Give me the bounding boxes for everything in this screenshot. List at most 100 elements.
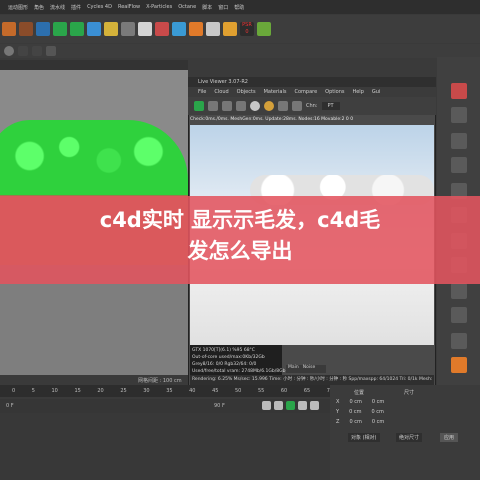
go-end-icon[interactable]: [310, 401, 319, 410]
timeline-tick: 0: [12, 388, 16, 394]
grid-spacing-label: 网格间距 : 100 cm: [138, 378, 182, 384]
material-icon[interactable]: [264, 101, 274, 111]
menu-item[interactable]: 运动图形: [8, 4, 28, 11]
viewer-menu-item[interactable]: File: [198, 89, 206, 95]
menu-item[interactable]: 脚本: [202, 4, 212, 11]
viewer-menu-item[interactable]: Objects: [237, 89, 256, 95]
viewer-menu-item[interactable]: Help: [352, 89, 363, 95]
brush-icon[interactable]: [451, 107, 467, 123]
live-viewer-title: Live Viewer 3.07-R2: [188, 77, 436, 87]
gpu-info-line: Used/free/total vram: 2748Mb/6.1Gb/8Gb: [192, 369, 286, 374]
axis-label: Y: [336, 409, 340, 415]
settings-icon[interactable]: [451, 357, 467, 373]
banner-title: c4d实时 显示示毛发，c4d毛 发怎么导出: [0, 205, 480, 267]
render-icon[interactable]: [19, 22, 33, 36]
xp-icon[interactable]: [155, 22, 169, 36]
stop-icon[interactable]: [208, 101, 218, 111]
viewer-menu-item[interactable]: Compare: [294, 89, 317, 95]
info-tab[interactable]: Noise: [303, 365, 315, 373]
script-icon[interactable]: [189, 22, 203, 36]
position-header: 位置: [354, 390, 365, 396]
magnet-icon[interactable]: [451, 333, 467, 349]
clay-icon[interactable]: [278, 101, 288, 111]
coord-mode-select[interactable]: 对象 (相对): [348, 433, 380, 442]
menu-item[interactable]: 帮助: [234, 4, 244, 11]
psr-value: 0: [245, 29, 249, 35]
timeline-tick: 5: [31, 388, 35, 394]
size-field[interactable]: 0 cm: [372, 419, 384, 425]
viewer-menu-item[interactable]: Cloud: [214, 89, 228, 95]
info-tab[interactable]: Main: [288, 365, 299, 373]
timeline-tick: 50: [235, 388, 242, 394]
coord-row: Z 0 cm 0 cm: [336, 419, 384, 425]
timeline-tick: 25: [120, 388, 127, 394]
cube-icon[interactable]: [36, 22, 50, 36]
prev-frame-icon[interactable]: [274, 401, 283, 410]
next-frame-icon[interactable]: [298, 401, 307, 410]
render-settings-icon[interactable]: [206, 22, 220, 36]
comb-icon[interactable]: [451, 133, 467, 149]
psr-indicator[interactable]: PSR 0: [240, 22, 254, 36]
select-icon[interactable]: [451, 283, 467, 299]
deformer-icon[interactable]: [87, 22, 101, 36]
timeline-tick: 55: [257, 388, 265, 394]
live-viewer-menu: File Cloud Objects Materials Compare Options H…: [188, 87, 436, 97]
move-icon[interactable]: [451, 307, 467, 323]
position-field[interactable]: 0 cm: [349, 419, 361, 425]
pick-icon[interactable]: [292, 101, 302, 111]
size-header: 尺寸: [404, 390, 415, 396]
sphere-icon[interactable]: [53, 22, 67, 36]
menu-item[interactable]: 流水线: [50, 4, 65, 11]
size-field[interactable]: 0 cm: [372, 399, 384, 405]
generator-icon[interactable]: [70, 22, 84, 36]
menu-item[interactable]: RealFlow: [118, 4, 140, 10]
viewer-menu-item[interactable]: Materials: [264, 89, 287, 95]
position-field[interactable]: 0 cm: [349, 409, 361, 415]
camera-icon[interactable]: [121, 22, 135, 36]
timeline-tick: 15: [74, 388, 81, 394]
scene-icon[interactable]: [104, 22, 118, 36]
menubar: 运动图形 角色 流水线 插件 Cycles 4D RealFlow X-Particles O…: [0, 0, 480, 14]
hair-tool-icon[interactable]: [451, 83, 467, 99]
pause-icon[interactable]: [222, 101, 232, 111]
octane-icon[interactable]: [172, 22, 186, 36]
shading-icon[interactable]: [4, 46, 14, 56]
timeline-tick: 10: [51, 388, 58, 394]
menu-item[interactable]: X-Particles: [146, 4, 172, 10]
menu-item[interactable]: 窗口: [218, 4, 228, 11]
current-frame[interactable]: 0 F: [6, 403, 14, 409]
menu-item[interactable]: Cycles 4D: [87, 4, 112, 10]
position-field[interactable]: 0 cm: [349, 399, 361, 405]
link-icon[interactable]: [46, 46, 56, 56]
camera-lock-icon[interactable]: [236, 101, 246, 111]
cut-icon[interactable]: [451, 157, 467, 173]
light-icon[interactable]: [138, 22, 152, 36]
layout-icon[interactable]: [32, 46, 42, 56]
info-tabs: Main Noise: [286, 365, 326, 373]
lock-icon[interactable]: [18, 46, 28, 56]
timeline-tick: 45: [212, 388, 219, 394]
channel-label: Chn:: [306, 103, 318, 109]
region-icon[interactable]: [250, 101, 260, 111]
snap-icon[interactable]: [223, 22, 237, 36]
play-icon[interactable]: [286, 401, 295, 410]
menu-item[interactable]: Octane: [178, 4, 196, 10]
channel-select[interactable]: PT: [321, 102, 340, 110]
size-field[interactable]: 0 cm: [371, 409, 383, 415]
viewer-menu-item[interactable]: Options: [325, 89, 344, 95]
plugin-icon[interactable]: [257, 22, 271, 36]
timeline-tick: 65: [303, 388, 311, 394]
menu-item[interactable]: 插件: [71, 4, 81, 11]
end-frame[interactable]: 90 F: [214, 403, 225, 409]
menu-item[interactable]: 角色: [34, 4, 44, 11]
timeline-tick: 60: [280, 388, 288, 394]
refresh-icon[interactable]: [194, 101, 204, 111]
go-start-icon[interactable]: [262, 401, 271, 410]
timeline-tick: 30: [143, 388, 150, 394]
apply-button[interactable]: 应用: [440, 433, 459, 442]
axis-label: X: [336, 399, 340, 405]
timeline-tick: 40: [189, 388, 196, 394]
undo-icon[interactable]: [2, 22, 16, 36]
viewer-menu-item[interactable]: Gui: [372, 89, 380, 95]
size-mode-select[interactable]: 绝对尺寸: [396, 433, 423, 442]
